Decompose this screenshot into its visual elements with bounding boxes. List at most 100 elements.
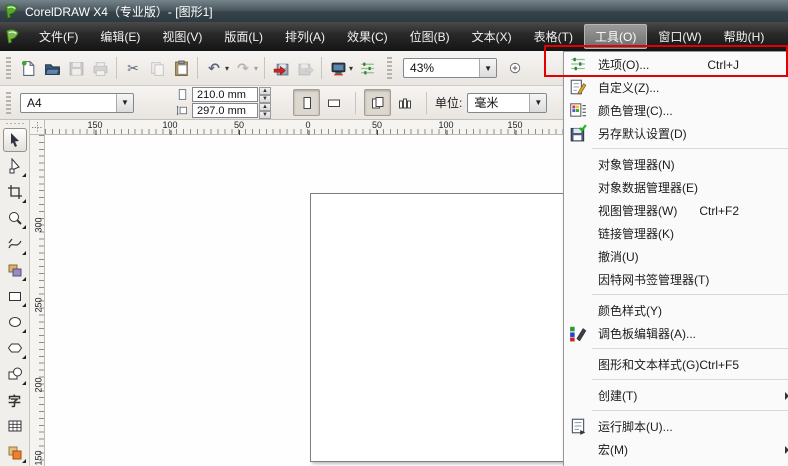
menu-item-color-management[interactable]: 颜色管理(C)... [564,99,788,122]
propbar-drag-handle[interactable] [6,91,11,114]
landscape-button[interactable] [320,89,347,116]
menu-item-palette-editor[interactable]: 调色板编辑器(A)... [564,322,788,345]
menu-item-run-script[interactable]: 运行脚本(U)... [564,415,788,438]
basic-shapes-tool-icon [8,367,22,380]
portrait-button[interactable] [293,89,320,116]
menubar-item-layout[interactable]: 版面(L) [213,24,274,49]
toolbar-separator [116,57,117,79]
menu-item-macros[interactable]: 宏(M) [564,438,788,461]
page-layout-button[interactable] [391,89,418,116]
menu-separator [592,348,788,349]
cut-button[interactable]: ✂ [121,56,145,80]
menu-item-shortcut: Ctrl+F2 [699,203,739,218]
undo-button[interactable]: ↶ [202,56,226,80]
menubar-item-view[interactable]: 视图(V) [151,24,213,49]
flyout-arrow [21,225,26,229]
menubar-item-help[interactable]: 帮助(H) [713,24,776,49]
smart-fill-tool-icon [8,264,21,277]
paste-button[interactable] [169,56,193,80]
import-icon [273,63,288,75]
toolbar-drag-handle[interactable] [387,57,393,79]
text-tool[interactable]: 字 [3,388,27,412]
basic-shapes-tool[interactable] [3,362,27,386]
vruler-label: 150 [33,450,44,466]
menu-item-label: 图形和文本样式(G) [598,358,700,372]
flyout-arrow [21,303,26,307]
vertical-ruler[interactable]: 300 250 200 150 [30,135,45,466]
interactive-fill-tool[interactable] [3,440,27,464]
menu-item-object-manager[interactable]: 对象管理器(N) [564,153,788,176]
application-launcher-button[interactable] [326,56,350,80]
menubar-item-bitmaps[interactable]: 位图(B) [399,24,461,49]
launcher-dropdown-arrow[interactable]: ▾ [349,64,353,73]
freehand-tool[interactable] [3,232,27,256]
menu-item-label: 自定义(Z)... [598,81,660,95]
undo-dropdown-arrow[interactable]: ▾ [225,64,229,73]
menu-item-options[interactable]: 选项(O)... Ctrl+J [564,53,788,76]
import-button[interactable] [269,56,293,80]
zoom-tool[interactable] [3,206,27,230]
menu-item-create[interactable]: 创建(T) [564,384,788,407]
all-pages-button[interactable] [364,89,391,116]
menu-item-color-styles[interactable]: 颜色样式(Y) [564,299,788,322]
paper-width-field[interactable]: 210.0 mm [192,87,258,102]
crop-tool[interactable] [3,180,27,204]
menubar-item-window[interactable]: 窗口(W) [647,24,712,49]
horizontal-ruler[interactable]: 150 100 50 0 50 100 150 [45,120,563,139]
zoom-level-combo[interactable]: 43% ▼ [403,58,498,78]
menu-item-label: 调色板编辑器(A)... [598,327,696,341]
zoom-options-button[interactable] [503,56,527,80]
paper-height-field[interactable]: 297.0 mm [192,103,258,118]
units-combo[interactable]: 毫米 ▼ [467,92,548,113]
menu-item-view-manager[interactable]: 视图管理器(W) Ctrl+F2 [564,199,788,222]
menubar-item-table[interactable]: 表格(T) [523,24,584,49]
toolbar-drag-handle[interactable] [6,57,11,79]
menubar-item-text[interactable]: 文本(X) [461,24,523,49]
menu-item-undo-docker[interactable]: 撤消(U) [564,245,788,268]
ellipse-tool[interactable] [3,310,27,334]
rectangle-tool[interactable] [3,284,27,308]
polygon-tool[interactable] [3,336,27,360]
menu-item-save-defaults[interactable]: 另存默认设置(D) [564,122,788,145]
paper-height-spinner[interactable]: ▲ ▼ [259,103,271,119]
flyout-arrow [21,173,26,177]
paper-width-spinner[interactable]: ▲ ▼ [259,87,271,103]
smart-fill-tool[interactable] [3,258,27,282]
menubar-item-edit[interactable]: 编辑(E) [89,24,151,49]
menubar-item-file[interactable]: 文件(F) [28,24,89,49]
text-tool-icon: 字 [7,393,21,409]
flyout-arrow [21,251,26,255]
zoom-tool-icon [8,212,22,225]
menu-item-internet-bookmark-manager[interactable]: 因特网书签管理器(T) [564,268,788,291]
rectangle-tool-icon [8,292,21,301]
portrait-icon [303,96,311,109]
zoom-combo-arrow[interactable]: ▼ [479,59,497,77]
paper-type-combo[interactable]: A4 ▼ [20,92,134,113]
pick-tool[interactable] [2,128,27,152]
new-document-button[interactable] [16,56,40,80]
table-tool[interactable] [3,414,27,438]
welcome-screen-button[interactable] [355,56,379,80]
menu-item-graphic-text-styles[interactable]: 图形和文本样式(G) Ctrl+F5 [564,353,788,376]
menu-item-object-data-manager[interactable]: 对象数据管理器(E) [564,176,788,199]
flyout-arrow [21,381,26,385]
menu-item-link-manager[interactable]: 链接管理器(K) [564,222,788,245]
open-folder-icon [44,63,60,75]
drawing-canvas[interactable] [45,135,563,466]
copy-button [145,56,169,80]
document-page[interactable] [310,193,563,462]
ruler-origin[interactable] [30,120,45,135]
menubar-item-tools[interactable]: 工具(O) [584,24,648,49]
menubar-item-effects[interactable]: 效果(C) [336,24,399,49]
run-script-icon [569,417,587,435]
menu-item-customize[interactable]: 自定义(Z)... [564,76,788,99]
freehand-tool-icon [7,238,22,249]
menubar-item-arrange[interactable]: 排列(A) [274,24,336,49]
paper-type-value: A4 [27,95,42,110]
shape-tool[interactable] [3,154,27,178]
units-combo-arrow[interactable]: ▼ [529,93,547,112]
paper-type-combo-arrow[interactable]: ▼ [116,93,133,112]
toolbox-drag-handle[interactable] [5,123,24,124]
open-button[interactable] [40,56,64,80]
flyout-arrow [21,277,26,281]
